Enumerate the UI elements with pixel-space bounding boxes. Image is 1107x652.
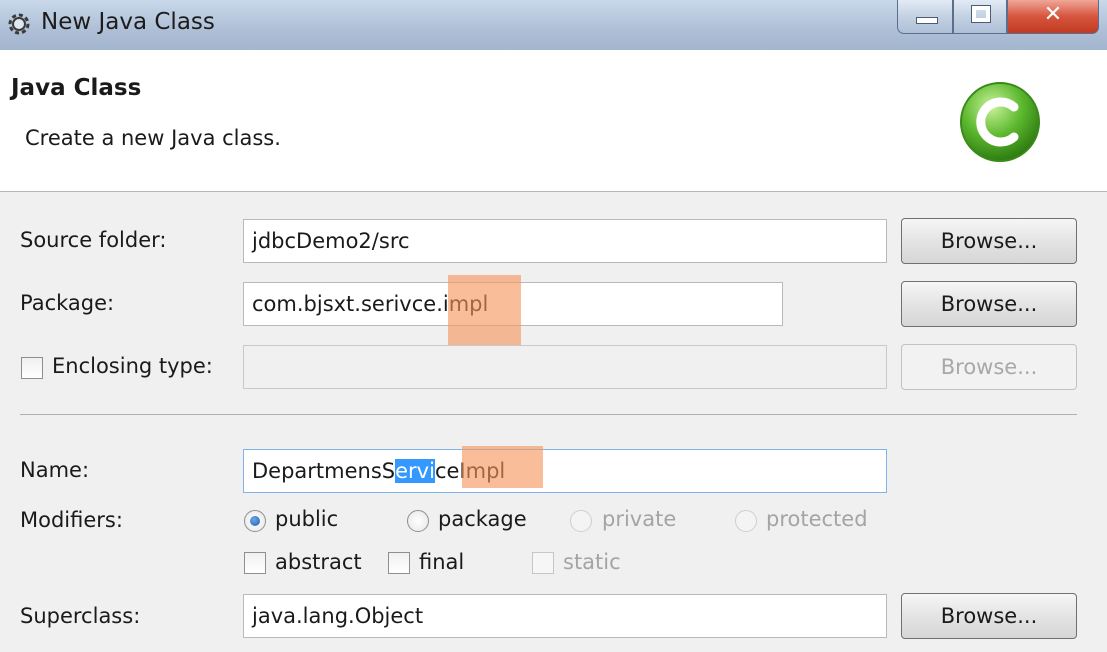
highlight-marker (448, 275, 521, 345)
final-label[interactable]: final (419, 550, 464, 574)
package-browse-button[interactable]: Browse... (901, 281, 1077, 327)
abstract-label[interactable]: abstract (275, 550, 362, 574)
maximize-button[interactable] (953, 0, 1007, 34)
enclosing-type-checkbox[interactable] (21, 357, 43, 379)
protected-radio-label: protected (766, 507, 868, 531)
title-bar: New Java Class ✕ (0, 0, 1107, 50)
package-radio[interactable] (407, 510, 429, 532)
gear-icon (8, 13, 30, 35)
name-input[interactable]: DepartmensServiceImpl (243, 449, 887, 493)
java-class-icon (960, 82, 1040, 162)
separator (20, 414, 1077, 415)
name-value-selected: ervi (395, 459, 435, 483)
source-folder-browse-button[interactable]: Browse... (901, 218, 1077, 264)
close-icon: ✕ (1043, 2, 1063, 27)
abstract-checkbox[interactable] (244, 552, 266, 574)
page-title: Java Class (11, 75, 142, 101)
static-checkbox (532, 552, 554, 574)
modifiers-label: Modifiers: (20, 508, 123, 532)
enclosing-type-label: Enclosing type: (52, 354, 213, 378)
window-title: New Java Class (41, 9, 215, 35)
enclosing-type-browse-button: Browse... (901, 344, 1077, 390)
private-radio-label: private (602, 507, 677, 531)
private-radio (570, 510, 592, 532)
public-radio[interactable] (244, 510, 266, 532)
close-button[interactable]: ✕ (1007, 0, 1099, 34)
minimize-icon (916, 17, 938, 24)
name-label: Name: (20, 458, 90, 482)
static-label: static (563, 550, 621, 574)
public-radio-label[interactable]: public (275, 507, 338, 531)
superclass-browse-button[interactable]: Browse... (901, 593, 1077, 639)
package-radio-label[interactable]: package (438, 507, 527, 531)
wizard-banner: Java Class Create a new Java class. (0, 50, 1107, 192)
source-folder-input[interactable]: jdbcDemo2/src (243, 219, 887, 263)
page-description: Create a new Java class. (25, 126, 281, 150)
final-checkbox[interactable] (388, 552, 410, 574)
protected-radio (735, 510, 757, 532)
enclosing-type-input (243, 345, 887, 389)
highlight-marker (462, 446, 543, 488)
maximize-icon (971, 5, 991, 23)
minimize-button[interactable] (897, 0, 953, 34)
source-folder-label: Source folder: (20, 228, 167, 252)
superclass-input[interactable]: java.lang.Object (243, 594, 887, 638)
name-value-start: DepartmensS (252, 459, 396, 483)
package-label: Package: (20, 291, 115, 315)
superclass-label: Superclass: (20, 604, 141, 628)
